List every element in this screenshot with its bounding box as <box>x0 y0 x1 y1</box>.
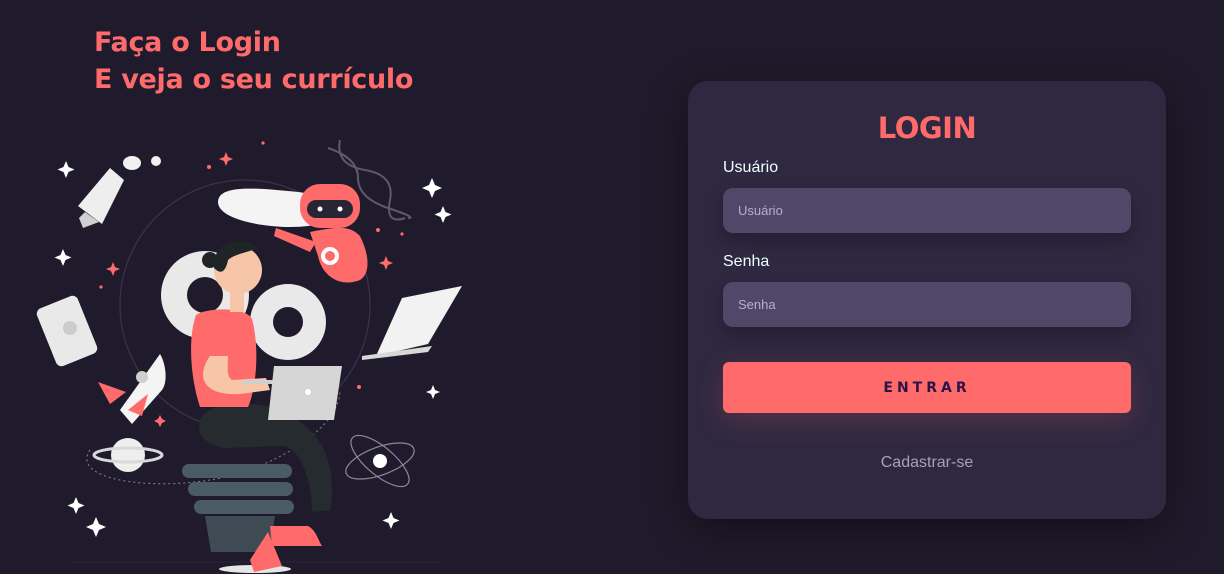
person-with-laptop-illustration <box>36 139 462 573</box>
laptop-icon <box>362 286 462 360</box>
hero-headline: Faça o Login E veja o seu currículo <box>94 24 413 98</box>
submit-button[interactable]: ENTRAR <box>723 362 1131 413</box>
register-link[interactable]: Cadastrar-se <box>688 454 1166 472</box>
password-input[interactable] <box>723 282 1131 327</box>
hero-line-2: E veja o seu currículo <box>94 64 414 95</box>
flask-icon <box>78 156 161 228</box>
rocket-icon <box>98 354 166 424</box>
login-page: Faça o Login E veja o seu currículo LOGI… <box>0 0 1224 574</box>
password-label: Senha <box>723 253 770 270</box>
hero-line-1: Faça o Login <box>94 27 281 58</box>
planet-icon <box>92 438 164 472</box>
atom-icon <box>345 434 415 488</box>
username-input[interactable] <box>723 188 1131 233</box>
username-label: Usuário <box>723 159 779 176</box>
phone-icon <box>36 295 98 367</box>
login-card: LOGIN Usuário Senha ENTRAR Cadastrar-se <box>688 81 1166 519</box>
login-title: LOGIN <box>877 111 977 145</box>
